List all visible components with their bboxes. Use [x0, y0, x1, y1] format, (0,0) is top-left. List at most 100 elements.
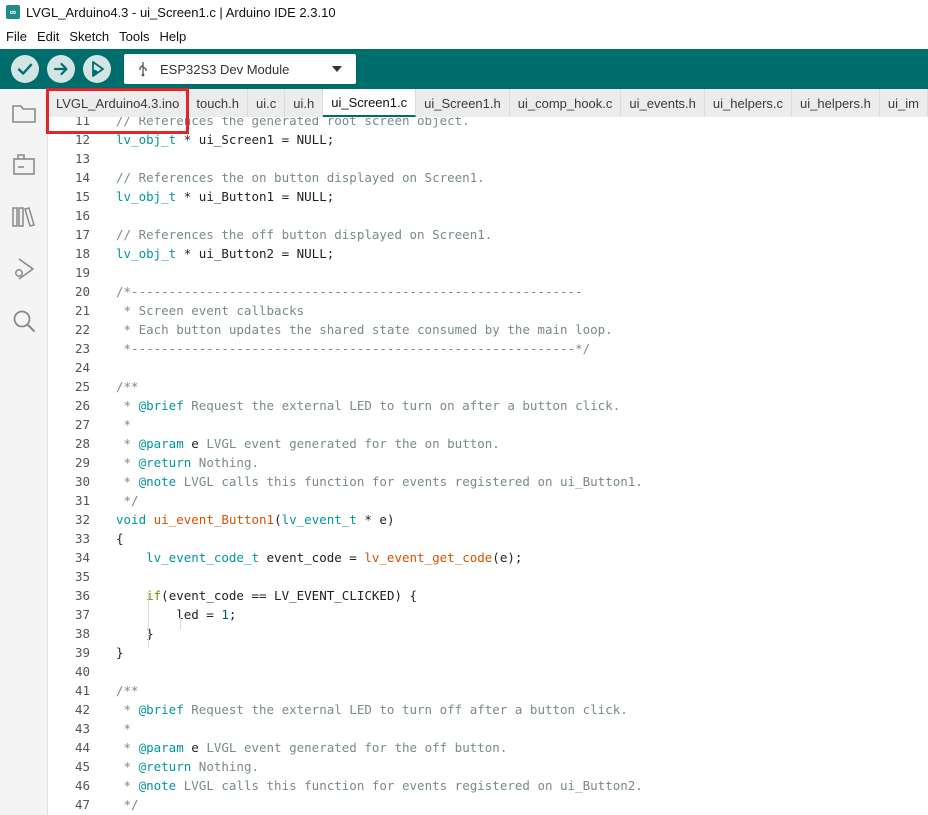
code-line[interactable]: 35 [48, 567, 928, 586]
debug-panel-button[interactable] [10, 255, 38, 283]
code-line[interactable]: 22 * Each button updates the shared stat… [48, 320, 928, 339]
code-line[interactable]: 20 /*------------------------------------… [48, 282, 928, 301]
tab-ui-screen1-h[interactable]: ui_Screen1.h [416, 89, 510, 117]
tab-ui-c[interactable]: ui.c [248, 89, 286, 117]
code-line[interactable]: 27 * [48, 415, 928, 434]
code-line[interactable]: 47 */ [48, 795, 928, 814]
line-number: 11 [74, 117, 90, 128]
tab-lvgl-arduino-ino[interactable]: LVGL_Arduino4.3.ino [48, 89, 189, 117]
tab-ui-helpers-h[interactable]: ui_helpers.h [792, 89, 880, 117]
line-number: 35 [74, 569, 90, 584]
code-line[interactable]: 18 lv_obj_t * ui_Button2 = NULL; [48, 244, 928, 263]
code-line[interactable]: 31 */ [48, 491, 928, 510]
line-number: 13 [74, 151, 90, 166]
code-line[interactable]: 25 /** [48, 377, 928, 396]
code-line[interactable]: 28 * @param e LVGL event generated for t… [48, 434, 928, 453]
code-line[interactable]: 45 * @return Nothing. [48, 757, 928, 776]
code-line[interactable]: 24 [48, 358, 928, 377]
code-line[interactable]: 44 * @param e LVGL event generated for t… [48, 738, 928, 757]
code-token: LVGL event generated for the off button. [198, 740, 508, 755]
line-source: * Each button updates the shared state c… [116, 322, 613, 337]
line-number: 15 [74, 189, 90, 204]
arduino-app-icon: ∞ [6, 5, 20, 19]
code-line[interactable]: 30 * @note LVGL calls this function for … [48, 472, 928, 491]
tab-ui-screen1-c[interactable]: ui_Screen1.c [323, 89, 417, 117]
code-line[interactable]: 21 * Screen event callbacks [48, 301, 928, 320]
code-line[interactable]: 34 lv_event_code_t event_code = lv_event… [48, 548, 928, 567]
verify-button[interactable] [11, 55, 39, 83]
code-token: lv_obj_t [116, 246, 177, 261]
code-line[interactable]: 43 * [48, 719, 928, 738]
code-line[interactable]: 42 * @brief Request the external LED to … [48, 700, 928, 719]
menu-sketch[interactable]: Sketch [69, 29, 109, 44]
code-token: ; [228, 607, 237, 622]
code-line[interactable]: 16 [48, 206, 928, 225]
tab-ui-h[interactable]: ui.h [285, 89, 324, 117]
code-line[interactable]: 14 // References the on button displayed … [48, 168, 928, 187]
code-token: @return [138, 455, 192, 470]
upload-button[interactable] [47, 55, 75, 83]
code-token: */ [116, 797, 139, 812]
sketchbook-button[interactable] [10, 99, 38, 127]
line-number: 21 [74, 303, 90, 318]
code-line[interactable]: 32 void ui_event_Button1(lv_event_t * e) [48, 510, 928, 529]
tab-ui-events-h[interactable]: ui_events.h [621, 89, 705, 117]
line-number: 37 [74, 607, 90, 622]
menu-file[interactable]: File [6, 29, 27, 44]
code-line[interactable]: 23 *------------------------------------… [48, 339, 928, 358]
code-line[interactable]: 13 [48, 149, 928, 168]
code-token: LVGL calls this function for events regi… [176, 474, 643, 489]
library-manager-button[interactable] [10, 203, 38, 231]
code-token: * [116, 398, 139, 413]
code-line[interactable]: 19 [48, 263, 928, 282]
code-line[interactable]: 40 [48, 662, 928, 681]
code-line[interactable]: 36 if(event_code == LV_EVENT_CLICKED) { [48, 586, 928, 605]
code-line[interactable]: 41 /** [48, 681, 928, 700]
code-line[interactable]: 29 * @return Nothing. [48, 453, 928, 472]
code-line[interactable]: 46 * @note LVGL calls this function for … [48, 776, 928, 795]
code-token: * e) [356, 512, 395, 527]
debug-button[interactable] [83, 55, 111, 83]
line-number: 12 [74, 132, 90, 147]
line-number: 19 [74, 265, 90, 280]
code-line[interactable]: 39} [48, 643, 928, 662]
search-button[interactable] [10, 307, 38, 335]
tab-ui-comp-hook-c[interactable]: ui_comp_hook.c [509, 89, 622, 117]
tab-ui-im[interactable]: ui_im [879, 89, 928, 117]
code-line[interactable]: 12 lv_obj_t * ui_Screen1 = NULL; [48, 130, 928, 149]
line-number: 22 [74, 322, 90, 337]
line-number: 45 [74, 759, 90, 774]
code-line[interactable]: 17 // References the off button displayed… [48, 225, 928, 244]
code-token: (e); [492, 550, 523, 565]
code-line[interactable]: 26 * @brief Request the external LED to … [48, 396, 928, 415]
code-token: @param [138, 740, 184, 755]
menu-edit[interactable]: Edit [37, 29, 59, 44]
check-icon [17, 63, 33, 75]
line-source: * @param e LVGL event generated for the … [116, 436, 500, 451]
line-source: lv_event_code_t event_code = lv_event_ge… [116, 550, 522, 565]
board-selector[interactable]: ESP32S3 Dev Module [124, 54, 356, 84]
code-editor[interactable]: 11 // References the generated root scree… [48, 117, 928, 815]
boards-manager-button[interactable] [10, 151, 38, 179]
code-token: * [116, 474, 139, 489]
toolbar: ESP32S3 Dev Module [0, 49, 928, 89]
line-number: 16 [74, 208, 90, 223]
code-token: @note [138, 778, 177, 793]
code-line[interactable]: 11 // References the generated root scree… [48, 117, 928, 130]
line-source: { [116, 531, 124, 546]
menu-tools[interactable]: Tools [119, 29, 149, 44]
indent-guide [180, 610, 181, 629]
tab-touch-h[interactable]: touch.h [188, 89, 249, 117]
line-number: 43 [74, 721, 90, 736]
tab-ui-helpers-c[interactable]: ui_helpers.c [704, 89, 793, 117]
code-token: } [116, 645, 124, 660]
code-token: e [191, 740, 199, 755]
line-number: 32 [74, 512, 90, 527]
code-line[interactable]: 15 lv_obj_t * ui_Button1 = NULL; [48, 187, 928, 206]
menu-help[interactable]: Help [159, 29, 186, 44]
code-token: @brief [138, 702, 184, 717]
left-sidebar [0, 89, 48, 815]
board-manager-icon [13, 154, 35, 175]
code-line[interactable]: 33 { [48, 529, 928, 548]
